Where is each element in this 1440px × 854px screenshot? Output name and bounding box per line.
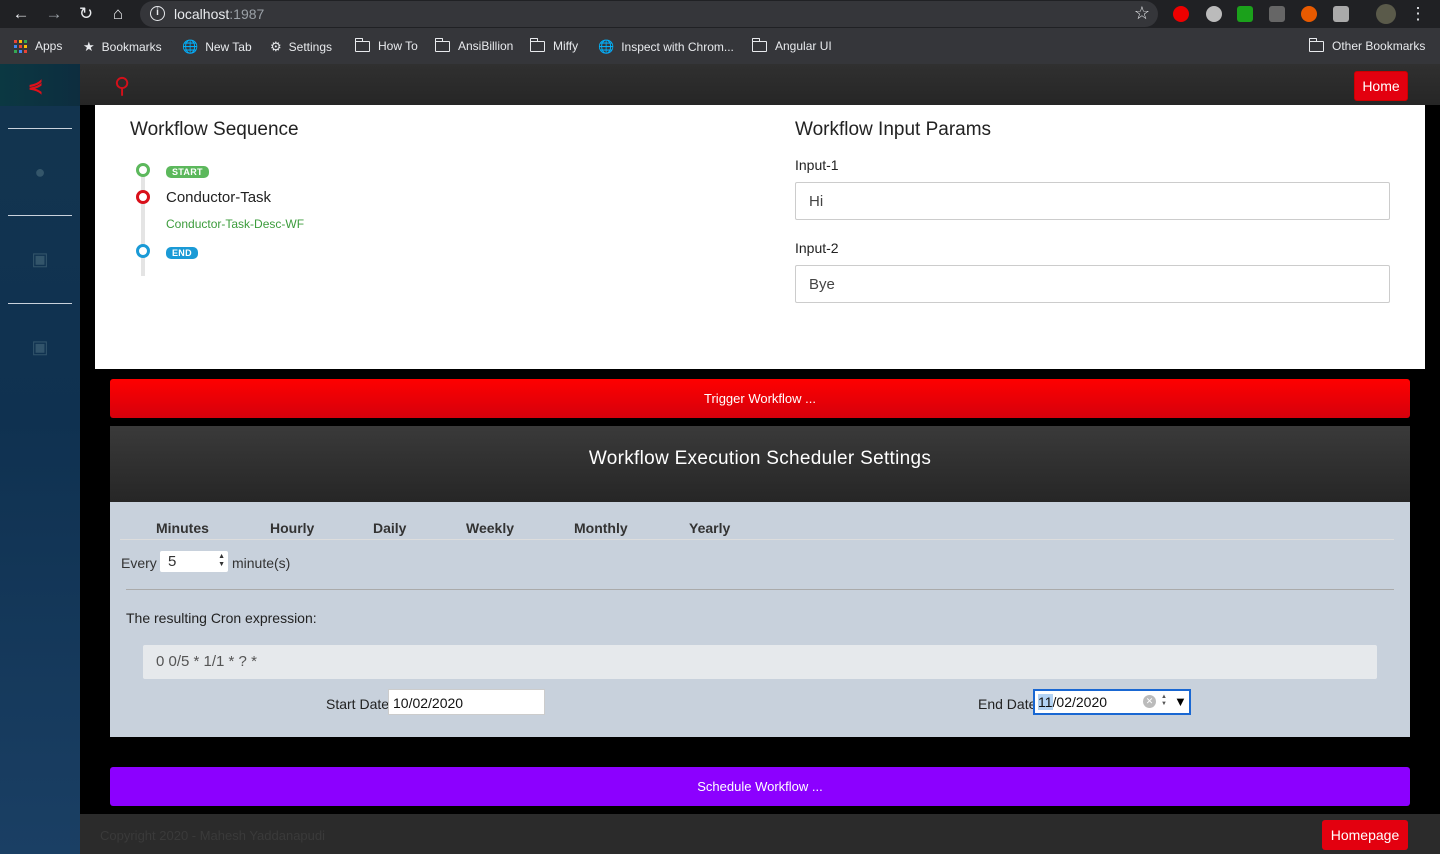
app-logo[interactable]: ⋞: [0, 64, 80, 106]
globe-icon: 🌐: [182, 39, 199, 54]
bookmark-apps[interactable]: Apps: [14, 39, 62, 53]
minutes-stepper-value: 5: [168, 553, 177, 570]
back-arrow-icon[interactable]: ←: [11, 4, 31, 24]
apps-grid-icon: [14, 39, 27, 53]
footer: Copyright 2020 - Mahesh Yaddanapudi Home…: [80, 814, 1440, 854]
minutes-unit-label: minute(s): [232, 555, 291, 571]
input-1-field[interactable]: [795, 182, 1390, 220]
end-date-input[interactable]: 11/02/2020 ✕ ▲ ▼ ▼: [1033, 689, 1191, 715]
logo-icon: ⋞: [28, 76, 44, 96]
bookmark-other[interactable]: Other Bookmarks: [1308, 37, 1425, 53]
workflow-card: [95, 105, 1425, 369]
start-date-input[interactable]: 10/02/2020: [388, 689, 545, 715]
menu-dots-icon[interactable]: ⋮: [1408, 4, 1428, 24]
extension-gray-icon[interactable]: [1269, 6, 1285, 22]
bookmark-how-to[interactable]: How To: [354, 37, 418, 53]
gear-icon: ⚙: [270, 39, 282, 54]
end-date-label: End Date: [978, 696, 1037, 712]
folder-icon: [529, 37, 545, 52]
timeline-line: [141, 164, 145, 276]
input-1-label: Input-1: [795, 157, 839, 173]
bell-icon[interactable]: ●: [29, 162, 51, 184]
scheduler-divider: [126, 589, 1394, 590]
sidebar-divider: [8, 128, 72, 129]
tab-minutes[interactable]: Minutes: [156, 520, 209, 536]
scheduler-title: Workflow Execution Scheduler Settings: [110, 426, 1410, 502]
bookmark-bookmarks[interactable]: ★ Bookmarks: [83, 39, 162, 55]
bookmark-angular-ui[interactable]: Angular UI: [751, 37, 832, 53]
start-node-icon: [136, 163, 150, 177]
clear-icon[interactable]: ✕: [1143, 695, 1156, 708]
extension-red-icon[interactable]: [1173, 6, 1189, 22]
task-node-icon: [136, 190, 150, 204]
input-2-field[interactable]: [795, 265, 1390, 303]
spinner-icon[interactable]: ▲ ▼: [1161, 694, 1167, 708]
cron-expression-label: The resulting Cron expression:: [126, 610, 317, 626]
copyright-text: Copyright 2020 - Mahesh Yaddanapudi: [100, 828, 326, 843]
end-badge: END: [166, 247, 198, 259]
homepage-button[interactable]: Homepage: [1322, 820, 1408, 850]
extension-cors-icon[interactable]: [1237, 6, 1253, 22]
bookmark-miffy[interactable]: Miffy: [529, 37, 578, 53]
task-description: Conductor-Task-Desc-WF: [166, 217, 305, 231]
search-icon[interactable]: ⚲: [114, 73, 130, 99]
bookmark-inspect[interactable]: 🌐 Inspect with Chrom...: [598, 39, 734, 55]
end-date-selected-segment: 11: [1038, 694, 1053, 710]
address-bar[interactable]: i localhost:1987 ☆: [140, 1, 1158, 27]
bookmarks-bar: Apps ★ Bookmarks 🌐 New Tab ⚙ Settings Ho…: [0, 28, 1440, 64]
image-icon[interactable]: ▣: [29, 337, 51, 359]
tab-monthly[interactable]: Monthly: [574, 520, 628, 536]
bookmark-new-tab[interactable]: 🌐 New Tab: [182, 39, 252, 55]
url-text: localhost:1987: [174, 6, 265, 22]
start-date-label: Start Date: [326, 696, 390, 712]
globe-icon: 🌐: [598, 39, 615, 54]
profile-avatar[interactable]: [1376, 4, 1396, 24]
reload-icon[interactable]: ↻: [76, 4, 96, 24]
tab-yearly[interactable]: Yearly: [689, 520, 730, 536]
star-icon: ★: [83, 39, 95, 54]
bookmark-ansibillion[interactable]: AnsiBillion: [434, 37, 513, 53]
every-label: Every: [121, 555, 157, 571]
minutes-stepper[interactable]: 5 ▲ ▼: [160, 551, 228, 572]
extension-orange-icon[interactable]: [1301, 6, 1317, 22]
folder-icon: [751, 37, 767, 52]
tab-divider: [120, 539, 1394, 540]
tab-hourly[interactable]: Hourly: [270, 520, 314, 536]
stepper-arrows-icon[interactable]: ▲ ▼: [218, 553, 225, 569]
info-icon[interactable]: i: [150, 6, 165, 21]
tab-daily[interactable]: Daily: [373, 520, 406, 536]
forward-arrow-icon[interactable]: →: [44, 4, 64, 24]
bookmark-settings[interactable]: ⚙ Settings: [270, 39, 332, 55]
tab-weekly[interactable]: Weekly: [466, 520, 514, 536]
star-icon[interactable]: ☆: [1134, 3, 1150, 24]
folder-icon: [1308, 37, 1324, 52]
extension-window-icon[interactable]: [1333, 6, 1349, 22]
start-badge: START: [166, 166, 209, 178]
sidebar-divider: [8, 215, 72, 216]
folder-icon: [434, 37, 450, 52]
home-icon[interactable]: ⌂: [108, 4, 128, 24]
end-node-icon: [136, 244, 150, 258]
task-name: Conductor-Task: [166, 189, 272, 206]
end-date-rest: /02/2020: [1052, 694, 1108, 710]
input-2-label: Input-2: [795, 240, 839, 256]
sidebar: ⋞ ● ▣ ▣: [0, 64, 80, 854]
sidebar-divider: [8, 303, 72, 304]
folder-icon: [354, 37, 370, 52]
schedule-workflow-button[interactable]: Schedule Workflow ...: [110, 767, 1410, 806]
browser-toolbar: ← → ↻ ⌂ i localhost:1987 ☆ ⋮: [0, 0, 1440, 28]
workflow-params-title: Workflow Input Params: [795, 119, 992, 140]
dropdown-arrow-icon[interactable]: ▼: [1174, 691, 1187, 713]
home-button[interactable]: Home: [1354, 71, 1408, 101]
workflow-sequence-title: Workflow Sequence: [130, 119, 299, 140]
image-icon[interactable]: ▣: [29, 249, 51, 271]
trigger-workflow-button[interactable]: Trigger Workflow ...: [110, 379, 1410, 418]
cron-expression-field[interactable]: 0 0/5 * 1/1 * ? *: [143, 645, 1377, 679]
app-header: ⚲ Home: [80, 64, 1440, 105]
extension-globe-icon[interactable]: [1206, 6, 1222, 22]
